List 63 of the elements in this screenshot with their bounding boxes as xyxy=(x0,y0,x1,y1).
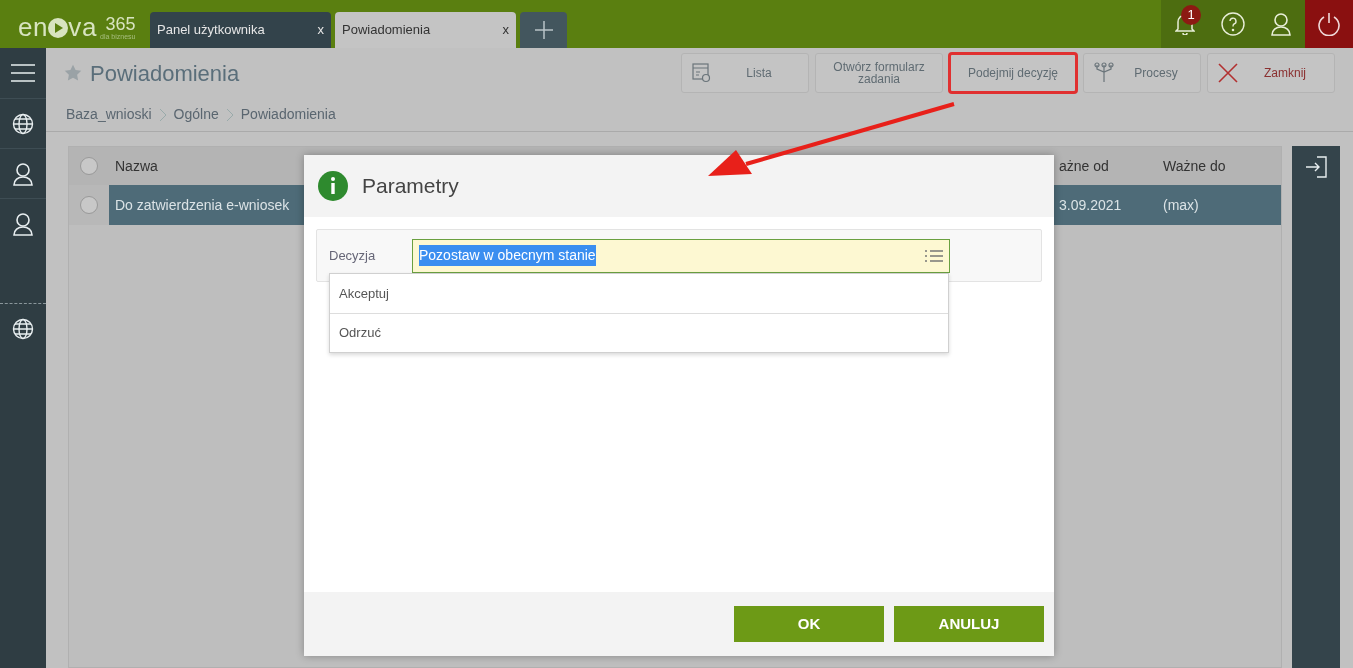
info-icon xyxy=(318,171,348,201)
play-icon xyxy=(48,18,69,38)
row-radio[interactable] xyxy=(80,196,98,214)
toolbar-button-label: Podejmij decyzję xyxy=(966,67,1059,79)
list-settings-icon xyxy=(692,63,712,83)
column-header[interactable]: ażne od xyxy=(1059,155,1163,177)
dropdown-option[interactable]: Odrzuć xyxy=(330,313,948,352)
toolbar-button-label: Zamknij xyxy=(1263,67,1307,79)
toolbar-button-label: Lista xyxy=(745,67,773,79)
new-tab-button[interactable] xyxy=(520,12,567,48)
notifications-button[interactable]: 1 xyxy=(1161,0,1209,48)
close-icon xyxy=(1218,63,1238,83)
sign-in-icon[interactable] xyxy=(1305,156,1327,178)
toolbar-button[interactable]: Zamknij xyxy=(1207,53,1335,93)
dialog-title: Parametry xyxy=(362,173,459,200)
table-cell-text: (max) xyxy=(1163,195,1200,215)
user-icon[interactable] xyxy=(12,211,34,236)
chevron-icon xyxy=(159,108,166,121)
logout-button[interactable] xyxy=(1305,0,1353,48)
fork-icon xyxy=(1094,62,1114,84)
help-icon xyxy=(1221,12,1245,36)
dropdown-option[interactable]: Akceptuj xyxy=(330,274,948,313)
user-icon[interactable] xyxy=(1270,12,1292,36)
logo-text: va xyxy=(68,14,97,40)
decision-dropdown[interactable]: Pozostaw w obecnym stanie xyxy=(412,238,950,273)
globe-icon[interactable] xyxy=(12,112,34,135)
star-icon[interactable] xyxy=(64,64,82,82)
tab-close[interactable]: x xyxy=(502,20,509,40)
field-value: Pozostaw w obecnym stanie xyxy=(419,245,596,266)
page-title: Powiadomienia xyxy=(90,59,240,88)
notification-badge: 1 xyxy=(1181,5,1201,25)
tab[interactable]: Powiadomienia x xyxy=(335,12,516,48)
sidebar-divider xyxy=(0,303,46,304)
power-icon xyxy=(1317,12,1341,36)
toolbar-button[interactable]: Lista xyxy=(681,53,809,93)
dialog-button[interactable]: ANULUJ xyxy=(894,606,1044,642)
column-header[interactable]: Ważne do xyxy=(1163,155,1263,177)
menu-icon[interactable] xyxy=(11,64,35,82)
logo-text: en xyxy=(18,14,49,40)
toolbar-button-label: Otwórz formularz zadania xyxy=(832,61,926,85)
tab[interactable]: Panel użytkownika x xyxy=(150,12,331,48)
plus-icon xyxy=(534,21,553,39)
table-cell-text: 3.09.2021 xyxy=(1059,195,1123,215)
field-label: Decyzja xyxy=(329,246,377,265)
toolbar-button[interactable]: Podejmij decyzję xyxy=(949,53,1077,93)
toolbar-button[interactable]: Procesy xyxy=(1083,53,1201,93)
toolbar-button-label: Procesy xyxy=(1133,67,1179,79)
select-all-radio[interactable] xyxy=(80,157,98,175)
tab-label: Panel użytkownika xyxy=(157,21,265,40)
dialog-button[interactable]: OK xyxy=(734,606,884,642)
user-icon[interactable] xyxy=(12,161,34,186)
breadcrumb-link[interactable]: Baza_wnioski xyxy=(66,104,152,125)
globe-icon[interactable] xyxy=(12,318,34,340)
logo-number: 365 xyxy=(105,15,136,33)
table-cell-text: Do zatwierdzenia e-wniosek xyxy=(114,195,291,215)
breadcrumb-link[interactable]: Ogólne xyxy=(173,104,219,125)
tab-close[interactable]: x xyxy=(317,20,324,40)
list-icon xyxy=(925,248,943,263)
toolbar-button[interactable]: Otwórz formularz zadania xyxy=(815,53,943,93)
account-button[interactable] xyxy=(1257,0,1305,48)
chevron-icon xyxy=(226,108,233,121)
breadcrumb-link[interactable]: Powiadomienia xyxy=(240,104,336,125)
tab-label: Powiadomienia xyxy=(342,21,431,40)
